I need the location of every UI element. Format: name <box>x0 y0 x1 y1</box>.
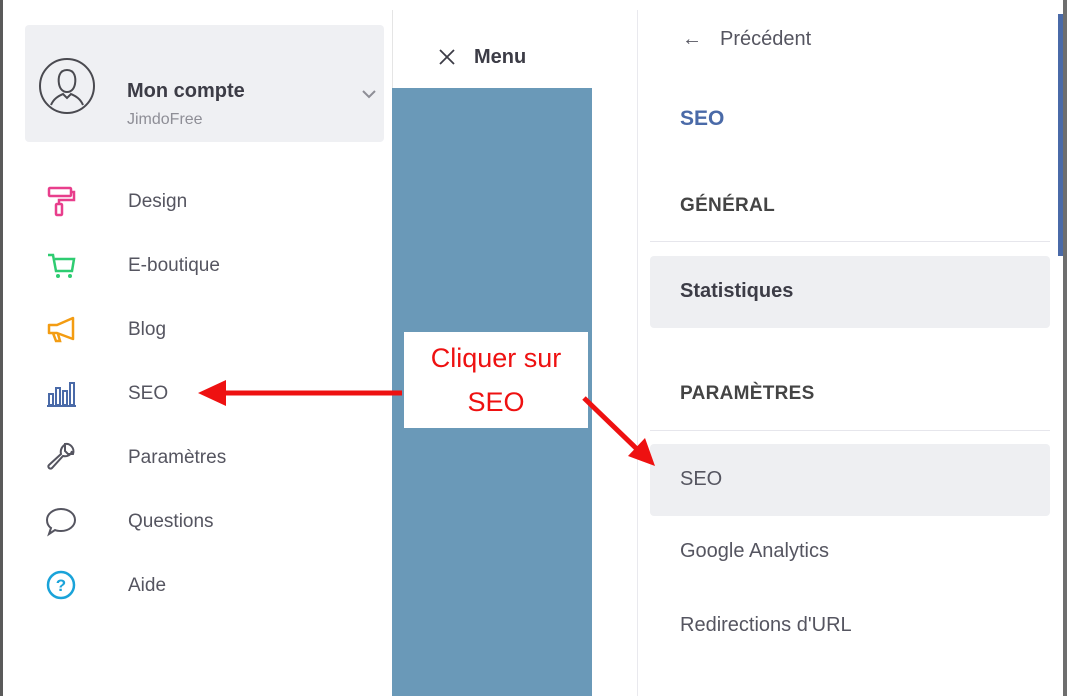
submenu-item-google-analytics[interactable]: Google Analytics <box>650 516 1050 588</box>
nav-label: Aide <box>128 575 167 596</box>
submenu-item-label: Google Analytics <box>680 540 829 562</box>
submenu-item-label: SEO <box>680 468 723 490</box>
nav-label: E-boutique <box>128 255 220 276</box>
close-icon[interactable] <box>438 48 456 66</box>
divider <box>650 430 1050 431</box>
nav-item-seo[interactable]: SEO <box>25 371 385 415</box>
annotation-line: Cliquer sur <box>430 343 562 373</box>
seo-submenu-panel: ← Précédent SEO GÉNÉRAL Statistiques PARA… <box>637 10 1063 696</box>
submenu-item-label: Redirections d'URL <box>680 614 852 636</box>
window-frame-right <box>1063 0 1067 696</box>
paint-roller-icon <box>47 186 76 217</box>
annotation-line: SEO <box>467 387 525 417</box>
account-name: Mon compte <box>127 80 245 102</box>
nav-item-blog[interactable]: Blog <box>25 307 385 351</box>
nav-label: SEO <box>128 383 169 404</box>
nav-label: Design <box>128 191 188 212</box>
megaphone-icon <box>47 316 75 343</box>
wrench-icon <box>47 442 75 470</box>
section-heading-parametres: PARAMÈTRES <box>680 383 815 404</box>
main-menu-panel: Mon compte JimdoFree Design E-boutique B… <box>3 0 392 696</box>
account-plan: JimdoFree <box>127 111 203 128</box>
user-avatar-icon <box>39 58 95 114</box>
nav-label: Blog <box>128 319 167 340</box>
submenu-item-seo[interactable]: SEO <box>650 444 1050 516</box>
speech-bubble-icon <box>45 507 77 537</box>
back-link[interactable]: ← Précédent <box>682 28 811 51</box>
chevron-down-icon <box>362 90 376 99</box>
submenu-item-statistiques[interactable]: Statistiques <box>650 256 1050 328</box>
submenu-title: SEO <box>680 107 725 130</box>
submenu-item-label: Statistiques <box>680 280 794 302</box>
help-circle-icon: ? <box>46 570 76 600</box>
nav-item-e-boutique[interactable]: E-boutique <box>25 243 385 287</box>
annotation-callout: Cliquer sur SEO <box>404 332 588 428</box>
arrow-left-icon: ← <box>682 28 702 50</box>
cart-icon <box>48 253 76 278</box>
nav-item-parametres[interactable]: Paramètres <box>25 435 385 479</box>
bar-chart-icon <box>47 382 76 407</box>
nav-label: Paramètres <box>128 447 227 468</box>
section-heading-general: GÉNÉRAL <box>680 195 775 216</box>
svg-text:?: ? <box>56 576 66 595</box>
nav-item-design[interactable]: Design <box>25 179 385 223</box>
back-label: Précédent <box>720 28 812 50</box>
arrow-down-right-line <box>582 396 642 454</box>
nav-item-aide[interactable]: ? Aide <box>25 563 385 607</box>
divider <box>650 241 1050 242</box>
nav-item-questions[interactable]: Questions <box>25 499 385 543</box>
submenu-item-redirections[interactable]: Redirections d'URL <box>650 590 1050 662</box>
menu-header: Menu <box>392 10 593 88</box>
nav-label: Questions <box>128 511 214 532</box>
menu-title[interactable]: Menu <box>474 46 526 69</box>
account-switcher[interactable]: Mon compte JimdoFree <box>25 25 384 142</box>
